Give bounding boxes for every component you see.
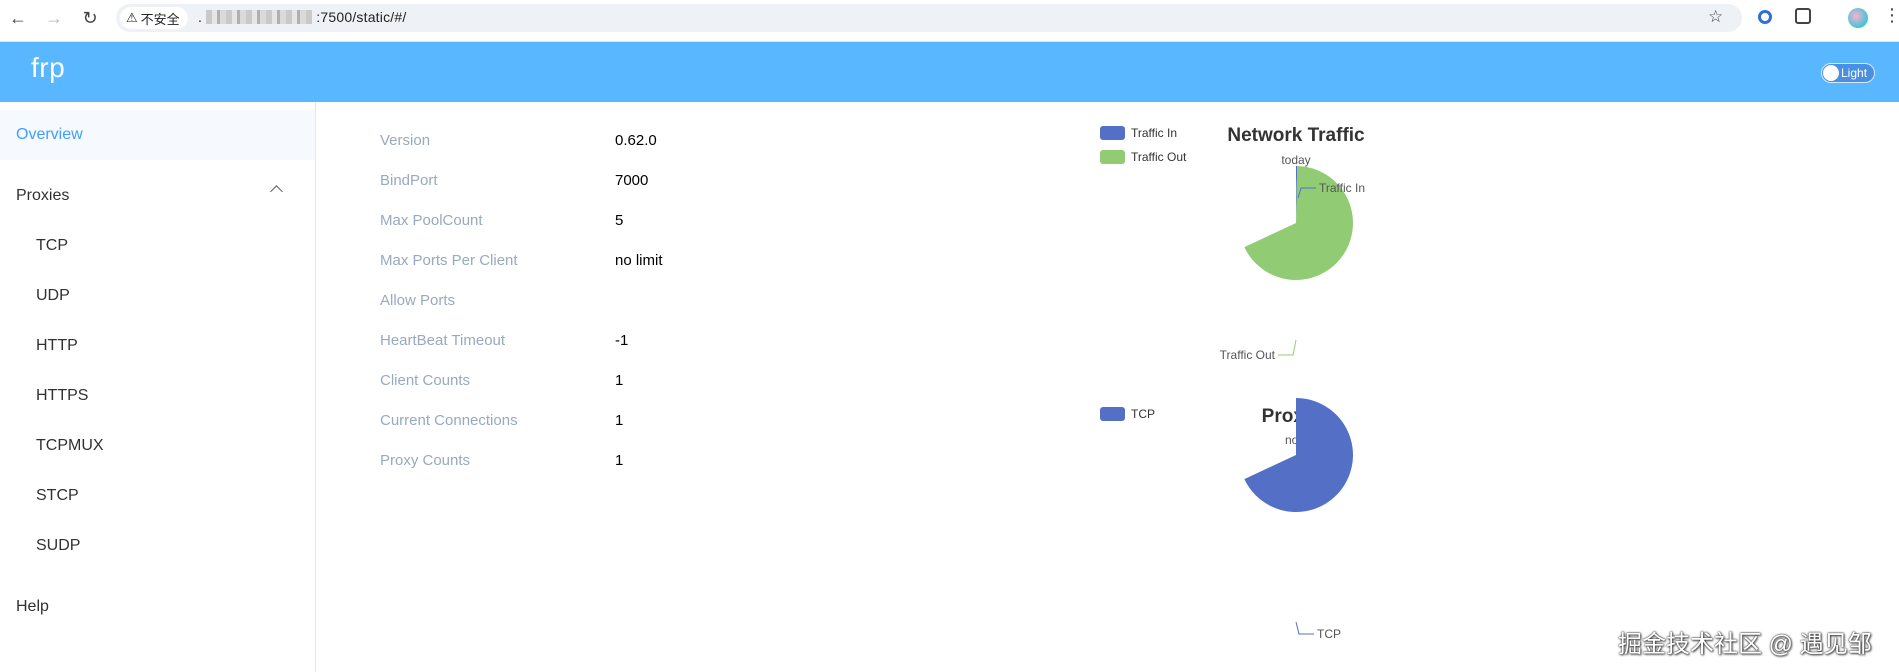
info-label: Version: [380, 132, 431, 149]
warning-icon: ⚠: [126, 10, 138, 25]
info-value: 1: [615, 412, 624, 429]
proxies-pie: [1244, 398, 1353, 512]
sidebar-item-proxies[interactable]: Proxies: [0, 171, 315, 221]
back-arrow-icon[interactable]: ←: [4, 0, 32, 36]
legend-label-tcp[interactable]: TCP: [1131, 407, 1155, 421]
sidebar-item-overview[interactable]: Overview: [0, 110, 315, 160]
sidebar-item-label: SUDP: [36, 537, 81, 554]
theme-toggle-label: Light: [1841, 66, 1868, 80]
url-path: :7500/static/#/: [316, 9, 407, 25]
legend-swatch-traffic-in: [1100, 126, 1125, 140]
toggle-knob: [1823, 65, 1839, 81]
chevron-up-icon: [270, 185, 283, 198]
chart-title: Network Traffic: [1227, 125, 1365, 146]
info-value: no limit: [615, 252, 663, 269]
chart-subtitle: today: [1281, 153, 1310, 167]
label-line-traffic-out: [1278, 339, 1297, 356]
star-icon[interactable]: ☆: [1708, 7, 1723, 27]
app-header: frp Light: [0, 42, 1899, 102]
info-value: 1: [615, 372, 624, 389]
info-label: Proxy Counts: [380, 452, 471, 469]
sidebar-item-label: UDP: [36, 287, 70, 304]
security-label: 不安全: [140, 11, 180, 27]
reload-icon[interactable]: ↻: [76, 0, 104, 36]
info-label: Max Ports Per Client: [380, 252, 518, 269]
traffic-chart: Traffic In Traffic Out Network Traffic t…: [1100, 125, 1365, 362]
sidebar-item-label: TCPMUX: [36, 437, 104, 454]
sidebar-item-label: Help: [16, 598, 49, 615]
slice-label-traffic-out: Traffic Out: [1220, 348, 1276, 362]
sidebar-item-label: TCP: [36, 237, 68, 254]
slice-label-tcp: TCP: [1317, 627, 1341, 641]
address-bar[interactable]: ⚠ 不安全 . :7500/static/#/: [116, 4, 1742, 32]
sidebar-item-label: HTTPS: [36, 387, 89, 404]
sidebar-item-help[interactable]: Help: [0, 582, 315, 632]
info-label: Allow Ports: [380, 292, 456, 309]
info-label: HeartBeat Timeout: [380, 332, 506, 349]
sidebar-item-tcpmux[interactable]: TCPMUX: [0, 421, 315, 471]
sidebar-item-sudp[interactable]: SUDP: [0, 521, 315, 571]
pie-slice-tcp[interactable]: [1244, 398, 1353, 512]
sidebar-item-tcp[interactable]: TCP: [0, 221, 315, 271]
browser-toolbar: ← → ↻ ⚠ 不安全 . :7500/static/#/ ☆ ⋮: [0, 0, 1899, 42]
watermark-text: 掘金技术社区 @ 遇见邹: [1618, 631, 1872, 658]
sidebar-item-udp[interactable]: UDP: [0, 271, 315, 321]
theme-toggle[interactable]: Light: [1821, 63, 1875, 83]
info-label: Current Connections: [380, 412, 518, 429]
charts-area: Traffic In Traffic Out Network Traffic t…: [1100, 125, 1365, 641]
info-value: 0.62.0: [615, 132, 657, 149]
proxies-chart: TCP Proxies now TCP: [1100, 398, 1353, 641]
sidebar-item-stcp[interactable]: STCP: [0, 471, 315, 521]
extension-circle-icon[interactable]: [1758, 10, 1772, 24]
label-line-tcp: [1295, 621, 1314, 635]
info-label: Client Counts: [380, 372, 471, 389]
url-text[interactable]: . :7500/static/#/: [198, 9, 406, 25]
slice-label-traffic-in: Traffic In: [1319, 181, 1365, 195]
legend-label-traffic-out[interactable]: Traffic Out: [1131, 150, 1187, 164]
redacted-host: [206, 10, 313, 24]
sidebar-item-label: Overview: [16, 126, 83, 143]
info-label: Max PoolCount: [380, 212, 483, 229]
info-label: BindPort: [380, 172, 438, 189]
info-value: 1: [615, 452, 624, 469]
sidebar: Overview Proxies TCP UDP HTTP HTTPS TCPM…: [0, 102, 316, 672]
legend-label-traffic-in[interactable]: Traffic In: [1131, 126, 1177, 140]
puzzle-icon[interactable]: [1795, 8, 1811, 24]
sidebar-item-label: Proxies: [16, 187, 70, 204]
security-chip[interactable]: ⚠ 不安全: [120, 7, 188, 29]
legend-swatch-tcp: [1100, 407, 1125, 421]
brand-logo[interactable]: frp: [31, 52, 65, 84]
info-value: 5: [615, 212, 624, 229]
sidebar-item-label: STCP: [36, 487, 79, 504]
legend-swatch-traffic-out: [1100, 150, 1125, 164]
sidebar-item-label: HTTP: [36, 337, 78, 354]
sidebar-item-https[interactable]: HTTPS: [0, 371, 315, 421]
info-value: -1: [615, 332, 629, 349]
profile-avatar[interactable]: [1848, 8, 1868, 28]
info-value: 7000: [615, 172, 649, 189]
kebab-icon[interactable]: ⋮: [1883, 5, 1899, 26]
forward-arrow-icon[interactable]: →: [40, 0, 68, 36]
url-prefix: .: [198, 9, 203, 25]
sidebar-item-http[interactable]: HTTP: [0, 321, 315, 371]
